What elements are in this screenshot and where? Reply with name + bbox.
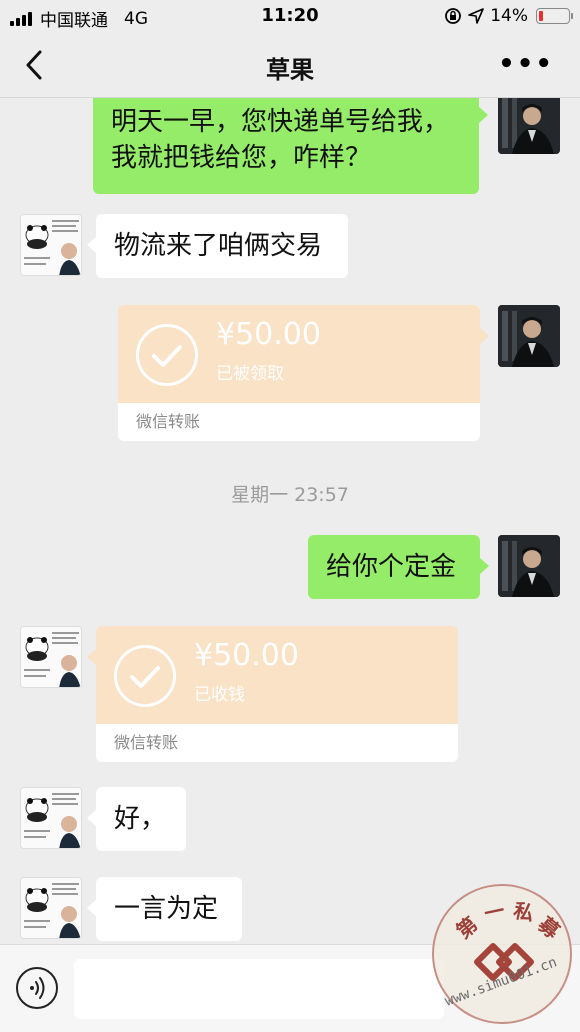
avatar-self[interactable]: [498, 98, 560, 154]
avatar-self[interactable]: [498, 535, 560, 597]
message-bubble-received[interactable]: 一言为定: [87, 877, 242, 941]
transfer-label: 微信转账: [96, 724, 458, 762]
chat-header: 草果 •••: [0, 34, 580, 98]
transfer-card-header: ¥50.00 已收钱: [96, 626, 458, 724]
transfer-card-received[interactable]: ¥50.00 已收钱 微信转账: [87, 626, 458, 762]
transfer-card-sent[interactable]: ¥50.00 已被领取 微信转账: [118, 305, 489, 441]
transfer-status: 已收钱: [194, 685, 245, 705]
avatar-contact[interactable]: [20, 787, 82, 849]
more-options-button[interactable]: •••: [498, 50, 554, 78]
transfer-status: 已被领取: [216, 364, 284, 384]
message-input[interactable]: [74, 959, 444, 1019]
avatar-meme-image: [21, 878, 81, 938]
avatar-meme-image: [21, 215, 81, 275]
message-text: 好，: [114, 804, 167, 834]
watermark-char: 一: [482, 898, 507, 926]
chat-title: 草果: [266, 56, 314, 84]
avatar-meme-image: [21, 788, 81, 848]
message-text: 一言为定: [114, 894, 219, 924]
message-text: 明天一早，您快递单号给我，我就把钱给您，咋样？: [111, 107, 450, 173]
check-circle-icon: [136, 324, 198, 386]
message-text: 物流来了咱俩交易: [114, 231, 323, 261]
status-right: 14%: [444, 6, 573, 26]
battery-percent: 14%: [490, 6, 528, 26]
voice-icon: [30, 977, 45, 999]
status-bar: 中国联通 4G 11:20 14%: [0, 0, 580, 34]
avatar-meme-image: [21, 627, 81, 687]
transfer-card-header: ¥50.00 已被领取: [118, 305, 480, 403]
check-circle-icon: [114, 645, 176, 707]
avatar-portrait-image: [498, 535, 560, 597]
message-timestamp: 星期一 23:57: [231, 484, 349, 506]
avatar-portrait-image: [498, 305, 560, 367]
orientation-lock-icon: [445, 8, 462, 24]
voice-input-button[interactable]: [16, 967, 58, 1009]
message-bubble-sent[interactable]: 给你个定金: [308, 535, 489, 599]
watermark-char: 私: [511, 898, 536, 926]
transfer-amount: ¥50.00: [194, 638, 299, 673]
location-icon: [468, 8, 485, 24]
avatar-portrait-image: [498, 98, 560, 154]
avatar-contact[interactable]: [20, 877, 82, 939]
message-bubble-received[interactable]: 物流来了咱俩交易: [87, 214, 348, 278]
message-list[interactable]: 明天一早，您快递单号给我，我就把钱给您，咋样？ 物流来了咱俩交易 ¥50.00 …: [0, 98, 580, 944]
avatar-self[interactable]: [498, 305, 560, 367]
battery-icon: [536, 8, 573, 24]
transfer-amount: ¥50.00: [216, 317, 321, 352]
avatar-contact[interactable]: [20, 214, 82, 276]
battery-fill: [539, 11, 543, 21]
message-bubble-sent[interactable]: 明天一早，您快递单号给我，我就把钱给您，咋样？: [93, 98, 488, 194]
watermark-stamp: 第 一 私 募 www.simu001.cn: [432, 884, 572, 1024]
message-bubble-received[interactable]: 好，: [87, 787, 186, 851]
message-text: 给你个定金: [326, 552, 457, 582]
avatar-contact[interactable]: [20, 626, 82, 688]
transfer-label: 微信转账: [118, 403, 480, 441]
